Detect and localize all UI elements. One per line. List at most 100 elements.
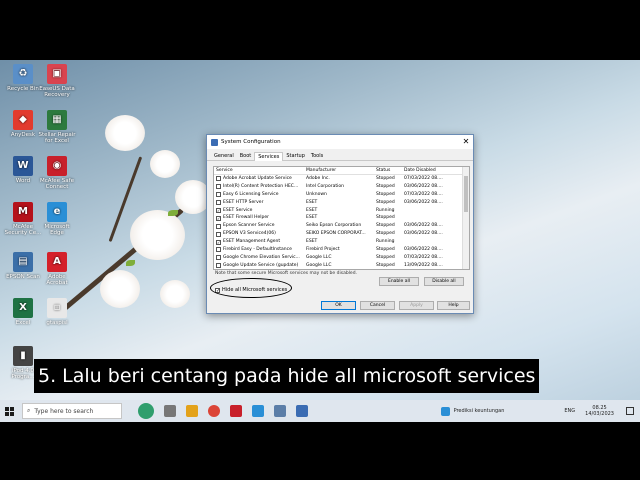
app-icon: e	[47, 202, 67, 222]
app-icon: W	[13, 156, 33, 176]
service-name: ESET HTTP Server	[223, 199, 264, 205]
desktop-icon-label: AnyDesk	[10, 132, 36, 138]
service-checkbox[interactable]: ✓	[216, 215, 221, 221]
service-cell: Firebird Easy - DefaultInstance	[214, 246, 304, 254]
desktop-icon[interactable]: M McAfee Security Ce...	[4, 202, 42, 236]
column-date-disabled[interactable]: Date Disabled	[402, 167, 456, 174]
desktop-icon-label: Excel	[15, 320, 31, 326]
service-name: Epson Scanner Service	[223, 223, 275, 229]
service-row[interactable]: Epson Scanner Service Seiko Epson Corpora…	[214, 222, 469, 230]
app-icon: ▦	[47, 110, 67, 130]
desktop-icon[interactable]: ▫ gtaspisl	[38, 298, 76, 326]
manufacturer-cell: ESET	[306, 207, 318, 213]
vertical-scrollbar[interactable]	[462, 167, 469, 269]
desktop-icon[interactable]: W Word	[4, 156, 42, 184]
service-cell: Epson Scanner Service	[214, 222, 304, 230]
service-row[interactable]: EPSON V3 Service4(06) SEIKO EPSON CORPORA…	[214, 230, 469, 238]
service-checkbox[interactable]: ✓	[216, 239, 221, 245]
service-checkbox[interactable]	[216, 223, 221, 229]
tab-services[interactable]: Services	[254, 152, 284, 161]
chrome-icon[interactable]	[208, 405, 220, 417]
date-disabled-cell: 03/06/2022 08....	[404, 246, 443, 252]
service-row[interactable]: Firebird Easy - DefaultInstance Firebird …	[214, 246, 469, 254]
cancel-button[interactable]: Cancel	[360, 301, 395, 310]
manufacturer-cell: Adobe Inc.	[306, 175, 330, 181]
service-row[interactable]: ESET HTTP Server ESET Stopped 03/06/2022 08…	[214, 199, 469, 207]
desktop-icon-label: McAfee Safe Connect	[40, 178, 74, 190]
weather-text[interactable]: Prediksi keuntungan	[454, 408, 505, 414]
date-disabled-cell: 03/06/2022 08....	[404, 223, 443, 229]
blossom	[160, 280, 190, 308]
column-manufacturer[interactable]: Manufacturer	[304, 167, 374, 174]
service-name: Firebird Easy - DefaultInstance	[223, 246, 292, 252]
status-cell: Stopped	[376, 191, 395, 197]
app-icon: M	[13, 202, 33, 222]
desktop-icon[interactable]: ▣ EaseUS Data Recovery	[38, 64, 76, 98]
service-checkbox[interactable]	[216, 176, 221, 182]
weather-icon	[440, 406, 450, 416]
start-button[interactable]	[0, 400, 18, 422]
service-row[interactable]: Google Chrome Elevation Servic... Google …	[214, 254, 469, 262]
service-row[interactable]: Adobe Acrobat Update Service Adobe Inc. St…	[214, 175, 469, 183]
column-service[interactable]: Service	[214, 167, 304, 174]
service-row[interactable]: ✓ ESET Management Agent ESET Running	[214, 238, 469, 246]
tab-startup[interactable]: Startup	[283, 152, 308, 161]
service-checkbox[interactable]	[216, 231, 221, 237]
desktop-icon[interactable]: A Adobe Acrobat	[38, 252, 76, 286]
task-view-icon[interactable]	[164, 405, 176, 417]
file-explorer-icon[interactable]	[186, 405, 198, 417]
ok-button[interactable]: OK	[321, 301, 356, 310]
desktop-icon[interactable]: ◉ McAfee Safe Connect	[38, 156, 76, 190]
status-cell: Running	[376, 207, 395, 213]
service-checkbox[interactable]	[216, 192, 221, 198]
clock[interactable]: 08.25 14/03/2023	[585, 405, 614, 417]
service-row[interactable]: ✓ ESET Firewall Helper ESET Stopped	[214, 214, 469, 222]
service-checkbox[interactable]	[216, 200, 221, 206]
column-status[interactable]: Status	[374, 167, 402, 174]
desktop-icon[interactable]: e Microsoft Edge	[38, 202, 76, 236]
assistant-icon[interactable]	[138, 403, 154, 419]
service-row[interactable]: Google Update Service (gupdate) Google LL…	[214, 262, 469, 269]
lang-indicator[interactable]: ENG	[564, 408, 575, 414]
date-disabled-cell: 03/06/2022 08....	[404, 231, 443, 237]
service-checkbox[interactable]	[216, 263, 221, 269]
desktop-icon[interactable]: ▤ EPSON Scan	[4, 252, 42, 280]
app-icon: ▤	[13, 252, 33, 272]
tab-general[interactable]: General	[211, 152, 237, 161]
desktop-icon[interactable]: X Excel	[4, 298, 42, 326]
desktop-icon-label: Recycle Bin	[7, 86, 39, 92]
tab-tools[interactable]: Tools	[308, 152, 326, 161]
desktop-icon[interactable]: ▦ Stellar Repair for Excel	[38, 110, 76, 144]
app-icon: ▮	[13, 346, 33, 366]
system-config-taskbar-icon[interactable]	[274, 405, 286, 417]
disable-all-button[interactable]: Disable all	[424, 277, 464, 286]
manufacturer-cell: Seiko Epson Corporation	[306, 223, 362, 229]
desktop-icon-label: Adobe Acrobat	[46, 274, 68, 286]
enable-all-button[interactable]: Enable all	[379, 277, 419, 286]
service-row[interactable]: ✓ ESET Service ESET Running	[214, 207, 469, 215]
taskbar-search[interactable]: ⌕ Type here to search	[22, 403, 122, 419]
service-checkbox[interactable]	[216, 255, 221, 261]
service-row[interactable]: Easy 6 Licensing Service Unknown Stopped 07…	[214, 191, 469, 199]
close-icon[interactable]: ✕	[459, 135, 473, 149]
service-checkbox[interactable]	[216, 184, 221, 190]
service-cell: Google Update Service (gupdate)	[214, 262, 304, 269]
search-icon: ⌕	[27, 407, 31, 414]
scroll-thumb[interactable]	[464, 176, 468, 212]
help-button[interactable]: Help	[437, 301, 470, 310]
service-checkbox[interactable]	[216, 247, 221, 253]
tab-boot[interactable]: Boot	[237, 152, 255, 161]
edge-icon[interactable]	[252, 405, 264, 417]
tab-strip: General Boot Services Startup Tools	[207, 149, 473, 161]
app-icon: ◉	[47, 156, 67, 176]
service-cell: Intel(R) Content Protection HEC...	[214, 183, 304, 191]
desktop-icon[interactable]: ◆ AnyDesk	[4, 110, 42, 138]
service-row[interactable]: Intel(R) Content Protection HEC... Intel …	[214, 183, 469, 191]
desktop-icon[interactable]: ♻ Recycle Bin	[4, 64, 42, 92]
settings-taskbar-icon[interactable]	[296, 405, 308, 417]
service-checkbox[interactable]: ✓	[216, 208, 221, 214]
mcafee-icon[interactable]	[230, 405, 242, 417]
service-cell: ✓ ESET Management Agent	[214, 238, 304, 246]
apply-button[interactable]: Apply	[399, 301, 434, 310]
notification-icon[interactable]	[626, 407, 634, 415]
